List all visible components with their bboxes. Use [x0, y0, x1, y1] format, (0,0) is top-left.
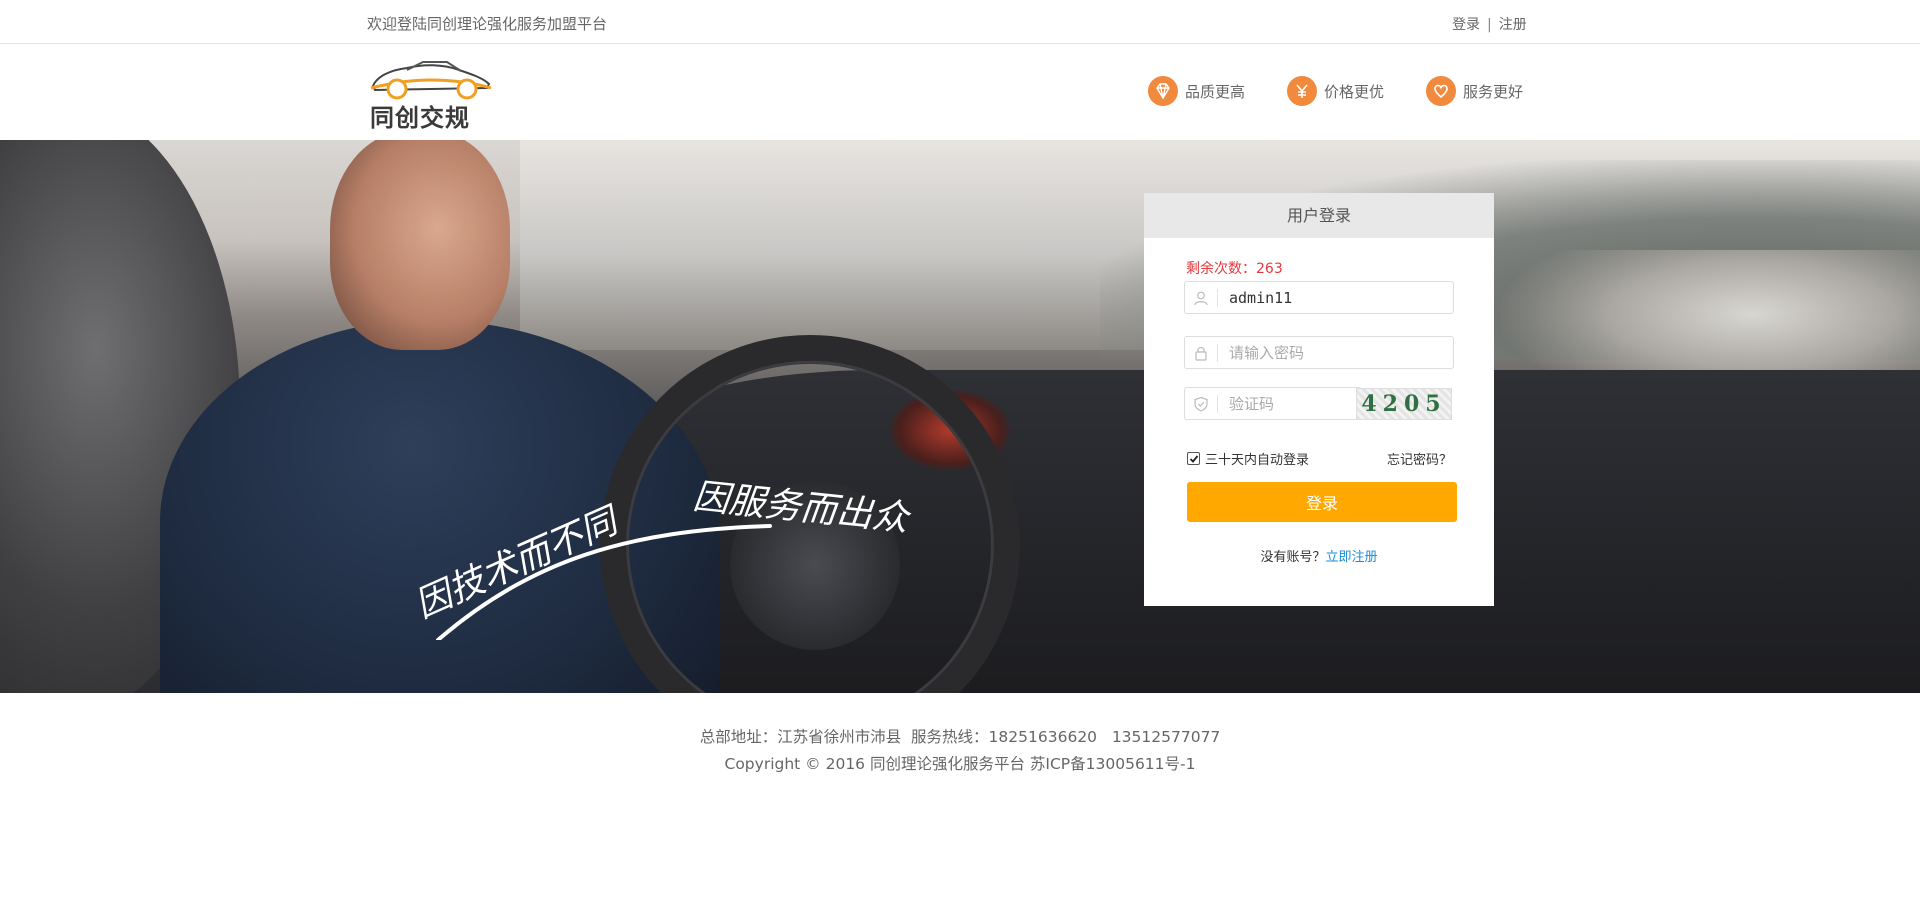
- diamond-icon: [1148, 76, 1178, 106]
- signup-prompt: 没有账号？立即注册: [1144, 546, 1494, 565]
- user-icon: [1185, 282, 1217, 313]
- field-divider: [1217, 395, 1218, 413]
- password-input[interactable]: [1229, 337, 1439, 368]
- remember-label: 三十天内自动登录: [1205, 453, 1310, 468]
- captcha-image[interactable]: 4205: [1356, 388, 1452, 420]
- site-logo[interactable]: 同创交规: [367, 58, 495, 132]
- captcha-field[interactable]: [1184, 387, 1362, 420]
- login-title: 用户登录: [1144, 193, 1494, 238]
- no-account-text: 没有账号？: [1260, 550, 1326, 565]
- captcha-text: 4205: [1361, 391, 1447, 417]
- auth-links: 登录 | 注册: [1452, 14, 1527, 34]
- remaining-attempts: 剩余次数：263: [1186, 261, 1283, 277]
- footer-address: 总部地址：江苏省徐州市沛县 服务热线：18251636620 135125770…: [699, 728, 1221, 746]
- top-login-link[interactable]: 登录: [1452, 17, 1480, 33]
- yen-icon: [1287, 76, 1318, 106]
- heart-icon: [1426, 76, 1457, 106]
- field-divider: [1217, 289, 1218, 307]
- feature-quality: 品质更高: [1148, 76, 1245, 106]
- field-divider: [1217, 344, 1218, 362]
- banner-slogan: 因技术而不同 因服务而出众: [410, 476, 913, 640]
- password-field[interactable]: [1184, 336, 1454, 369]
- site-footer: 总部地址：江苏省徐州市沛县 服务热线：18251636620 135125770…: [0, 693, 1920, 923]
- welcome-text: 欢迎登陆同创理论强化服务加盟平台: [367, 15, 608, 33]
- remember-me[interactable]: 三十天内自动登录: [1187, 449, 1309, 468]
- forgot-password-link[interactable]: 忘记密码？: [1387, 449, 1452, 468]
- feature-price: 价格更优: [1287, 76, 1384, 106]
- register-now-link[interactable]: 立即注册: [1326, 550, 1378, 565]
- banner-driver-head: [330, 140, 510, 350]
- hero-banner: 因技术而不同 因服务而出众: [0, 140, 1920, 693]
- site-header: 同创交规 品质更高 价格更优 服务更好: [0, 44, 1920, 140]
- car-logo-icon: [370, 61, 492, 100]
- slogan-left: 因技术而不同: [410, 499, 627, 626]
- top-register-link[interactable]: 注册: [1499, 17, 1527, 33]
- check-icon: [1189, 454, 1198, 463]
- feature-label: 服务更好: [1463, 82, 1524, 101]
- footer-copyright: Copyright © 2016 同创理论强化服务平台 苏ICP备1300561…: [724, 755, 1196, 773]
- lock-icon: [1185, 337, 1217, 368]
- shield-icon: [1185, 388, 1217, 419]
- feature-label: 价格更优: [1324, 82, 1385, 101]
- login-button[interactable]: 登录: [1187, 482, 1457, 522]
- captcha-input[interactable]: [1229, 388, 1349, 419]
- remember-checkbox[interactable]: [1187, 452, 1200, 465]
- auth-separator: |: [1487, 17, 1492, 33]
- top-bar: 欢迎登陆同创理论强化服务加盟平台 登录 | 注册: [0, 0, 1920, 44]
- feature-label: 品质更高: [1185, 82, 1246, 101]
- feature-list: 品质更高 价格更优 服务更好: [1148, 76, 1523, 106]
- login-panel: 用户登录 剩余次数：263 4205 三十天内自动登录 忘记密码？ 登录 没有账…: [1144, 193, 1494, 606]
- logo-brand-text: 同创交规: [370, 104, 470, 132]
- username-input[interactable]: [1229, 282, 1439, 313]
- username-field[interactable]: [1184, 281, 1454, 314]
- feature-service: 服务更好: [1426, 76, 1523, 106]
